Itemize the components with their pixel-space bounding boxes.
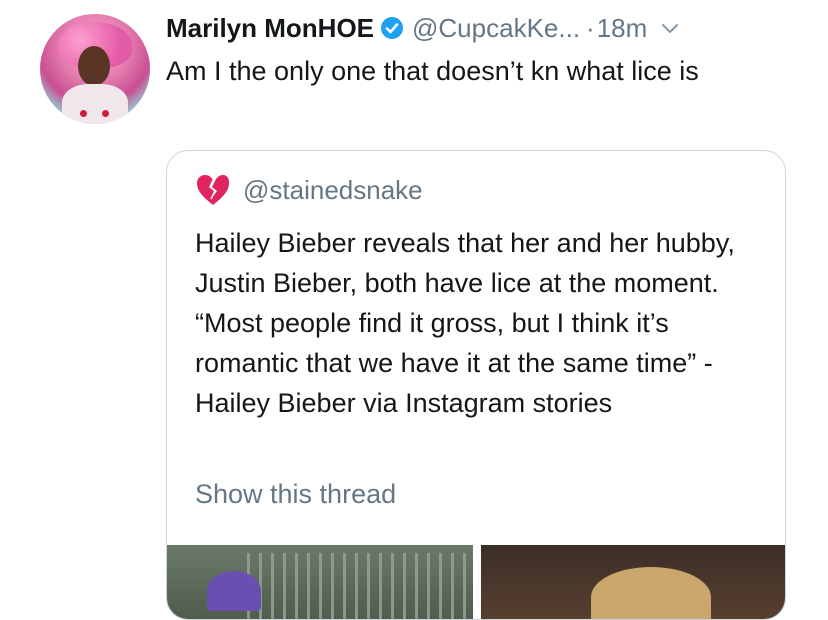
thumbnail-hat bbox=[207, 571, 261, 611]
avatar[interactable] bbox=[40, 14, 150, 124]
broken-heart-icon bbox=[197, 175, 229, 205]
avatar-body bbox=[62, 84, 128, 124]
tweet-header: Marilyn MonHOE @CupcakKe... · 18m bbox=[166, 10, 681, 46]
chevron-down-icon[interactable] bbox=[659, 17, 681, 39]
display-name[interactable]: Marilyn MonHOE bbox=[166, 13, 374, 44]
quoted-tweet-text: Hailey Bieber reveals that her and her h… bbox=[195, 228, 735, 418]
avatar-dot bbox=[80, 110, 87, 117]
quoted-user-handle[interactable]: @stainedsnake bbox=[243, 175, 423, 206]
separator-dot: · bbox=[586, 12, 595, 43]
media-thumbnail[interactable] bbox=[481, 545, 785, 619]
timestamp[interactable]: 18m bbox=[597, 13, 648, 44]
avatar-dot bbox=[102, 110, 109, 117]
media-thumbnail[interactable] bbox=[167, 545, 473, 619]
thumbnail-hair bbox=[591, 567, 711, 619]
quoted-tweet-header: @stainedsnake bbox=[195, 173, 423, 207]
thumbnail-fence bbox=[247, 553, 473, 619]
quoted-tweet[interactable]: @stainedsnake Hailey Bieber reveals that… bbox=[166, 150, 786, 620]
verified-badge-icon bbox=[381, 17, 404, 39]
show-thread-link[interactable]: Show this thread bbox=[195, 479, 396, 510]
user-handle[interactable]: @CupcakKe... bbox=[412, 13, 580, 44]
tweet-text: Am I the only one that doesn’t kn what l… bbox=[166, 56, 699, 86]
avatar-face bbox=[78, 46, 110, 86]
